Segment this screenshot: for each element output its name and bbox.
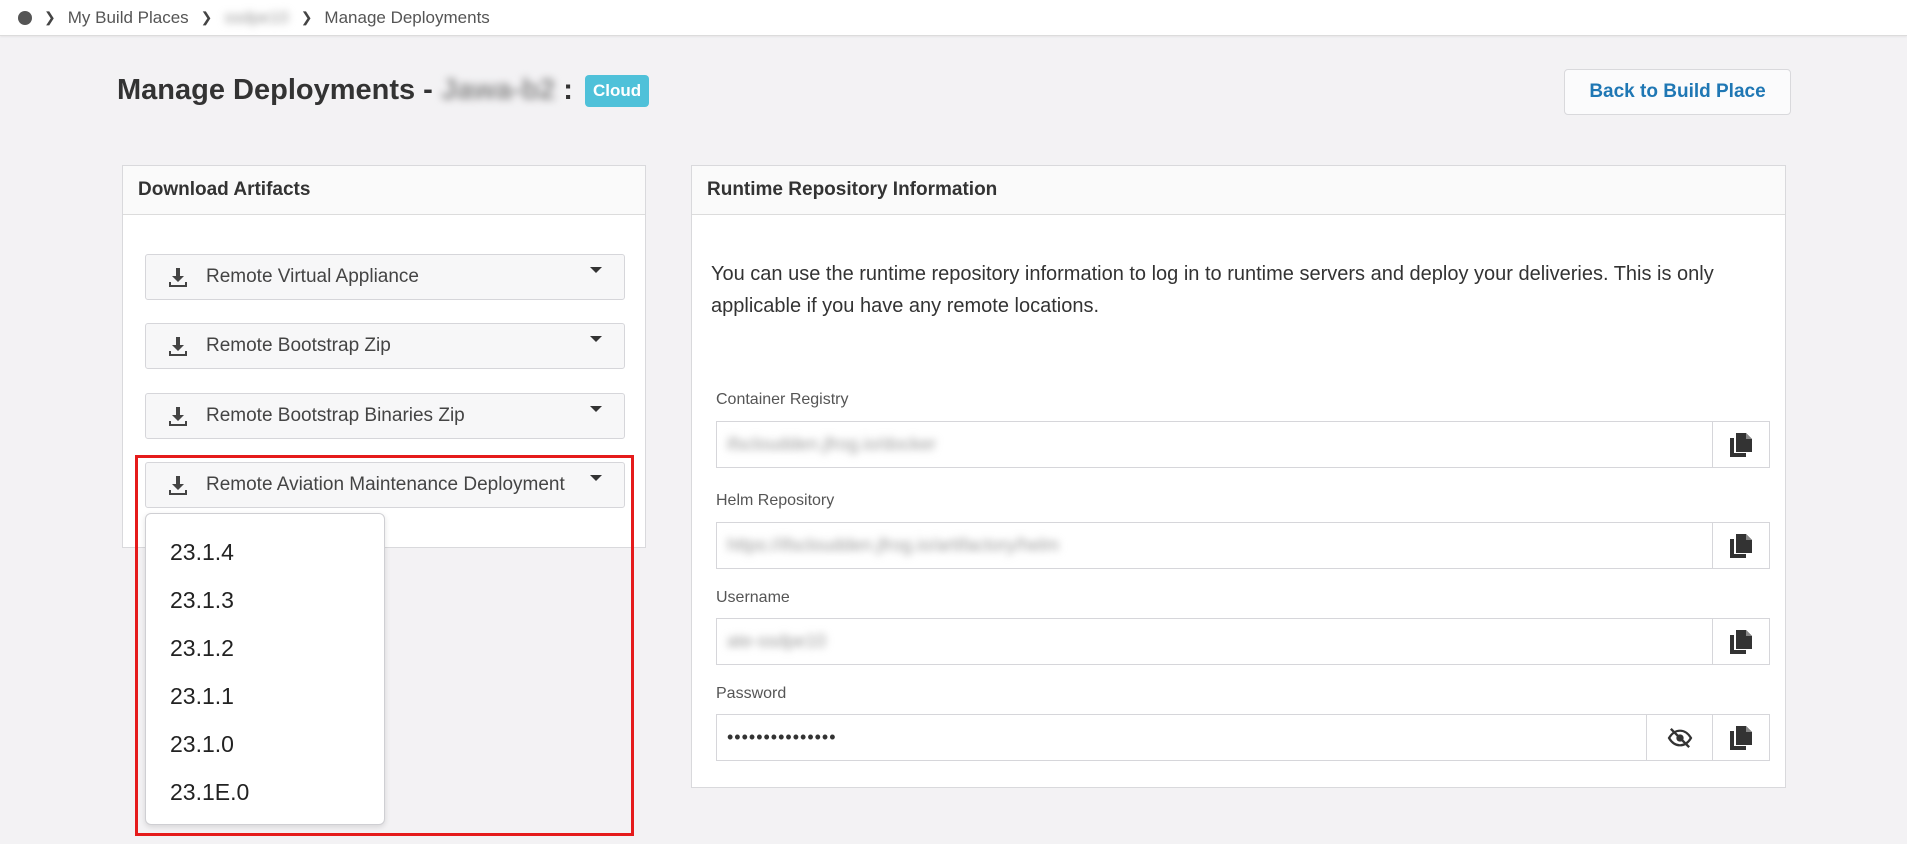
- version-dropdown-menu: 23.1.4 23.1.3 23.1.2 23.1.1 23.1.0 23.1E…: [145, 513, 385, 825]
- page-title: Manage Deployments - Jawa-b2 : Cloud: [117, 74, 650, 107]
- password-value: •••••••••••••••: [727, 727, 837, 747]
- breadcrumb: ❯ My Build Places ❯ ssdpe10 ❯ Manage Dep…: [0, 0, 1907, 36]
- container-registry-row: ifscloudden.jfrog.io/docker: [716, 421, 1770, 468]
- remote-virtual-appliance-button[interactable]: Remote Virtual Appliance: [145, 254, 625, 300]
- helm-repository-label: Helm Repository: [716, 492, 835, 509]
- copy-icon: [1730, 533, 1752, 558]
- caret-down-icon: [590, 406, 602, 412]
- version-option[interactable]: 23.1E.0: [146, 768, 384, 816]
- remote-bootstrap-zip-button[interactable]: Remote Bootstrap Zip: [145, 323, 625, 369]
- chevron-right-icon: ❯: [300, 9, 313, 25]
- build-place-name: Jawa-b2: [440, 74, 556, 106]
- copy-icon: [1730, 432, 1752, 457]
- chevron-right-icon: ❯: [44, 9, 56, 25]
- helm-repository-value: https://ifscloudden.jfrog.io/artifactory…: [727, 535, 1060, 555]
- caret-down-icon: [590, 267, 602, 273]
- artifact-label: Remote Bootstrap Binaries Zip: [206, 405, 465, 426]
- breadcrumb-build-place[interactable]: ssdpe10: [224, 8, 288, 28]
- container-registry-label: Container Registry: [716, 391, 849, 408]
- username-label: Username: [716, 589, 790, 606]
- version-option[interactable]: 23.1.3: [146, 576, 384, 624]
- username-field[interactable]: ate-ssdpe10: [716, 618, 1713, 665]
- helm-repository-row: https://ifscloudden.jfrog.io/artifactory…: [716, 522, 1770, 569]
- password-field[interactable]: •••••••••••••••: [716, 714, 1647, 761]
- password-row: •••••••••••••••: [716, 714, 1770, 761]
- toggle-password-visibility-button[interactable]: [1647, 714, 1713, 761]
- remote-bootstrap-binaries-zip-button[interactable]: Remote Bootstrap Binaries Zip: [145, 393, 625, 439]
- artifact-label: Remote Virtual Appliance: [206, 266, 419, 287]
- password-label: Password: [716, 685, 787, 702]
- breadcrumb-my-build-places[interactable]: My Build Places: [68, 8, 189, 28]
- runtime-repository-panel: Runtime Repository Information You can u…: [691, 165, 1786, 788]
- caret-down-icon: [590, 336, 602, 342]
- container-registry-field[interactable]: ifscloudden.jfrog.io/docker: [716, 421, 1713, 468]
- title-separator: :: [563, 74, 573, 106]
- container-registry-value: ifscloudden.jfrog.io/docker: [727, 434, 937, 454]
- caret-down-icon: [590, 475, 602, 481]
- version-option[interactable]: 23.1.0: [146, 720, 384, 768]
- cloud-badge: Cloud: [584, 74, 650, 107]
- helm-repository-field[interactable]: https://ifscloudden.jfrog.io/artifactory…: [716, 522, 1713, 569]
- eye-slash-icon: [1667, 727, 1692, 748]
- artifact-label: Remote Aviation Maintenance Deployment: [206, 474, 565, 495]
- download-icon: [169, 476, 187, 495]
- version-option[interactable]: 23.1.1: [146, 672, 384, 720]
- artifact-label: Remote Bootstrap Zip: [206, 335, 391, 356]
- chevron-right-icon: ❯: [200, 9, 213, 25]
- username-row: ate-ssdpe10: [716, 618, 1770, 665]
- version-option[interactable]: 23.1.4: [146, 528, 384, 576]
- copy-username-button[interactable]: [1713, 618, 1770, 665]
- download-icon: [169, 407, 187, 426]
- copy-icon: [1730, 725, 1752, 750]
- username-value: ate-ssdpe10: [727, 631, 827, 651]
- page-title-text: Manage Deployments -: [117, 74, 433, 106]
- download-artifacts-panel: Download Artifacts Remote Virtual Applia…: [122, 165, 646, 548]
- runtime-description: You can use the runtime repository infor…: [711, 263, 1714, 317]
- remote-aviation-maintenance-deployment-button[interactable]: Remote Aviation Maintenance Deployment: [145, 462, 625, 508]
- download-artifacts-title: Download Artifacts: [123, 166, 645, 215]
- copy-container-registry-button[interactable]: [1713, 421, 1770, 468]
- download-icon: [169, 268, 187, 287]
- version-option[interactable]: 23.1.2: [146, 624, 384, 672]
- copy-icon: [1730, 629, 1752, 654]
- copy-password-button[interactable]: [1713, 714, 1770, 761]
- runtime-repository-title: Runtime Repository Information: [692, 166, 1785, 215]
- breadcrumb-manage-deployments: Manage Deployments: [324, 7, 490, 27]
- copy-helm-repository-button[interactable]: [1713, 522, 1770, 569]
- home-icon[interactable]: [18, 10, 32, 25]
- download-icon: [169, 337, 187, 356]
- back-to-build-place-button[interactable]: Back to Build Place: [1564, 69, 1791, 115]
